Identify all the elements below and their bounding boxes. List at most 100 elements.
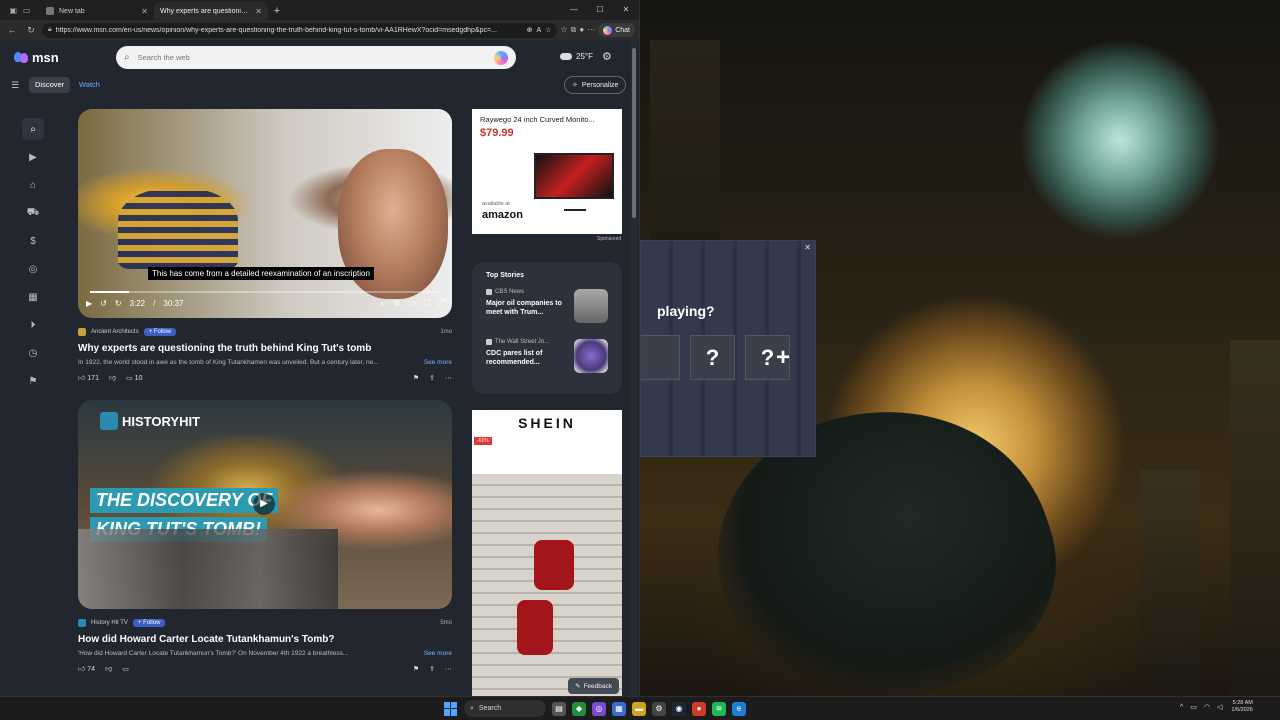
feedback-button[interactable]: ✎ Feedback [568,678,619,694]
workspaces-icon[interactable]: ▣ [9,6,17,15]
game-slot[interactable] [641,335,680,380]
forward-icon[interactable]: ↻ [115,299,122,308]
tab-list-icon[interactable]: ▭ [23,6,31,15]
file-explorer-icon[interactable]: ▤ [552,701,566,716]
volume-icon[interactable]: ◐ [380,299,385,308]
zoom-icon[interactable]: ⊕ [527,26,533,34]
favorite-star-icon[interactable]: ☆ [545,26,551,34]
address-bar[interactable]: 🔒︎ https://www.msn.com/en-us/news/opinio… [42,22,558,38]
ad-shein[interactable]: SHEIN -61% [472,410,622,696]
video-player[interactable]: This has come from a detailed reexaminat… [78,109,452,318]
copilot-icon[interactable]: ◎ [592,701,606,716]
expand-icon[interactable]: ⤢ [438,298,444,308]
app-icon[interactable]: ▦ [612,701,626,716]
menu-icon[interactable]: ☰ [11,80,19,91]
tab-msn-article[interactable]: Why experts are questioning the truth be… [0,2,268,48]
rail-bookmark-icon[interactable]: ⚑ [22,370,44,392]
fullscreen-icon[interactable]: ⛶ [424,298,430,308]
video-progress[interactable] [90,291,440,293]
play-icon[interactable]: ▶ [253,493,275,515]
chrome-icon[interactable]: ● [692,701,706,716]
rail-shopping-icon[interactable]: ⌂ [22,174,44,196]
copilot-icon[interactable] [494,50,508,65]
follow-button[interactable]: + Follow [132,619,166,627]
clock[interactable]: 5:28 AM 1/6/2026 [1231,700,1252,714]
refresh-icon[interactable]: ↻ [23,25,39,36]
tab-actions[interactable]: ▣ ▭ [0,0,40,20]
tab-discover[interactable]: Discover [29,77,71,93]
nvidia-icon[interactable]: ◆ [572,701,586,716]
close-icon[interactable]: ✕ [804,243,811,252]
see-more-link[interactable]: See more [424,359,452,366]
lock-icon[interactable]: 🔒︎ [48,26,52,34]
maximize-icon[interactable]: ☐ [587,0,613,20]
dislike-icon[interactable]: 👎︎ [105,664,112,673]
rewind-icon[interactable]: ↺ [100,299,107,308]
add-game-button[interactable]: + [776,344,790,372]
like-button[interactable]: 👍︎ 74 [78,664,95,673]
game-slot[interactable]: ? [690,335,735,380]
settings-icon[interactable]: ⚙ [652,701,666,716]
rail-money-icon[interactable]: $ [22,230,44,252]
spotify-icon[interactable]: ≋ [712,701,726,716]
save-bookmark-icon[interactable]: ⚑ [413,374,419,382]
rail-video-icon[interactable]: ▶ [22,146,44,168]
source-name[interactable]: History Hit TV [91,620,128,626]
comment-icon[interactable]: ▭ [122,665,129,673]
rail-calendar-icon[interactable]: ▦ [22,286,44,308]
search-input[interactable] [137,53,486,62]
chevron-up-icon[interactable]: ^ [1180,704,1183,711]
article-card[interactable]: HISTORYHIT THE DISCOVERY OF KING TUT'S T… [78,400,452,673]
article-card[interactable]: This has come from a detailed reexaminat… [78,109,452,382]
volume-icon[interactable]: ◁ [1217,703,1222,711]
tab-new-tab[interactable]: New tab ✕ [40,2,154,20]
new-tab-button[interactable]: + [268,2,286,20]
dislike-icon[interactable]: 👎︎ [109,373,116,382]
source-name[interactable]: Ancient Architects [91,329,139,335]
article-title[interactable]: Why experts are questioning the truth be… [78,343,452,354]
search-box[interactable]: ⌕ [116,46,516,69]
save-bookmark-icon[interactable]: ⚑ [413,665,419,673]
scrollbar-thumb[interactable] [632,48,636,218]
weather-widget[interactable]: 25°F [560,52,593,61]
rail-history-icon[interactable]: ◷ [22,342,44,364]
close-window-icon[interactable]: ✕ [613,0,639,20]
read-aloud-icon[interactable]: A [537,27,542,34]
comment-button[interactable]: ▭ 10 [126,374,142,382]
ad-monitor[interactable]: Raywego 24 inch Curved Monito... $79.99 … [472,109,622,234]
captions-icon[interactable]: ▭ [408,299,416,308]
rail-car-icon[interactable]: ⛟ [22,202,44,224]
favorites-icon[interactable]: ☆ [560,25,567,35]
chat-button[interactable]: Chat [598,23,635,37]
video-thumbnail[interactable]: HISTORYHIT THE DISCOVERY OF KING TUT'S T… [78,400,452,609]
see-more-link[interactable]: See more [424,650,452,657]
like-button[interactable]: 👍︎ 171 [78,373,99,382]
story-item[interactable]: CBS News Major oil companies to meet wit… [486,289,608,333]
gear-icon[interactable]: ⚙ [602,50,612,63]
story-item[interactable]: The Wall Street Jo... CDC pares list of … [486,339,608,383]
taskbar-search[interactable]: ⌕ Search [464,700,546,717]
article-title[interactable]: How did Howard Carter Locate Tutankhamun… [78,634,452,645]
scrollbar[interactable] [631,40,637,696]
rail-search-icon[interactable]: ⌕ [22,118,44,140]
personalize-button[interactable]: ✧ Personalize [564,76,627,94]
follow-button[interactable]: + Follow [143,328,177,336]
back-icon[interactable]: ← [4,25,20,35]
start-icon[interactable] [444,701,458,716]
folder-icon[interactable]: ▬ [632,701,646,716]
share-icon[interactable]: ⇪ [429,665,435,673]
rail-play-icon[interactable]: ⏵ [22,314,44,336]
more-icon[interactable]: ⋯ [587,25,595,35]
settings-icon[interactable]: ⚙ [393,299,400,308]
rail-sports-icon[interactable]: ◎ [22,258,44,280]
close-icon[interactable]: ✕ [255,7,262,16]
wifi-icon[interactable]: ◠ [1204,703,1210,711]
more-options-icon[interactable]: ⋯ [445,665,452,673]
steam-icon[interactable]: ◉ [672,701,686,716]
profile-icon[interactable]: ● [579,25,584,35]
share-icon[interactable]: ⇪ [429,374,435,382]
display-icon[interactable]: ▭ [1190,703,1197,711]
tab-watch[interactable]: Watch [73,77,106,93]
minimize-icon[interactable]: — [561,0,587,20]
msn-logo[interactable]: msn [14,50,59,65]
